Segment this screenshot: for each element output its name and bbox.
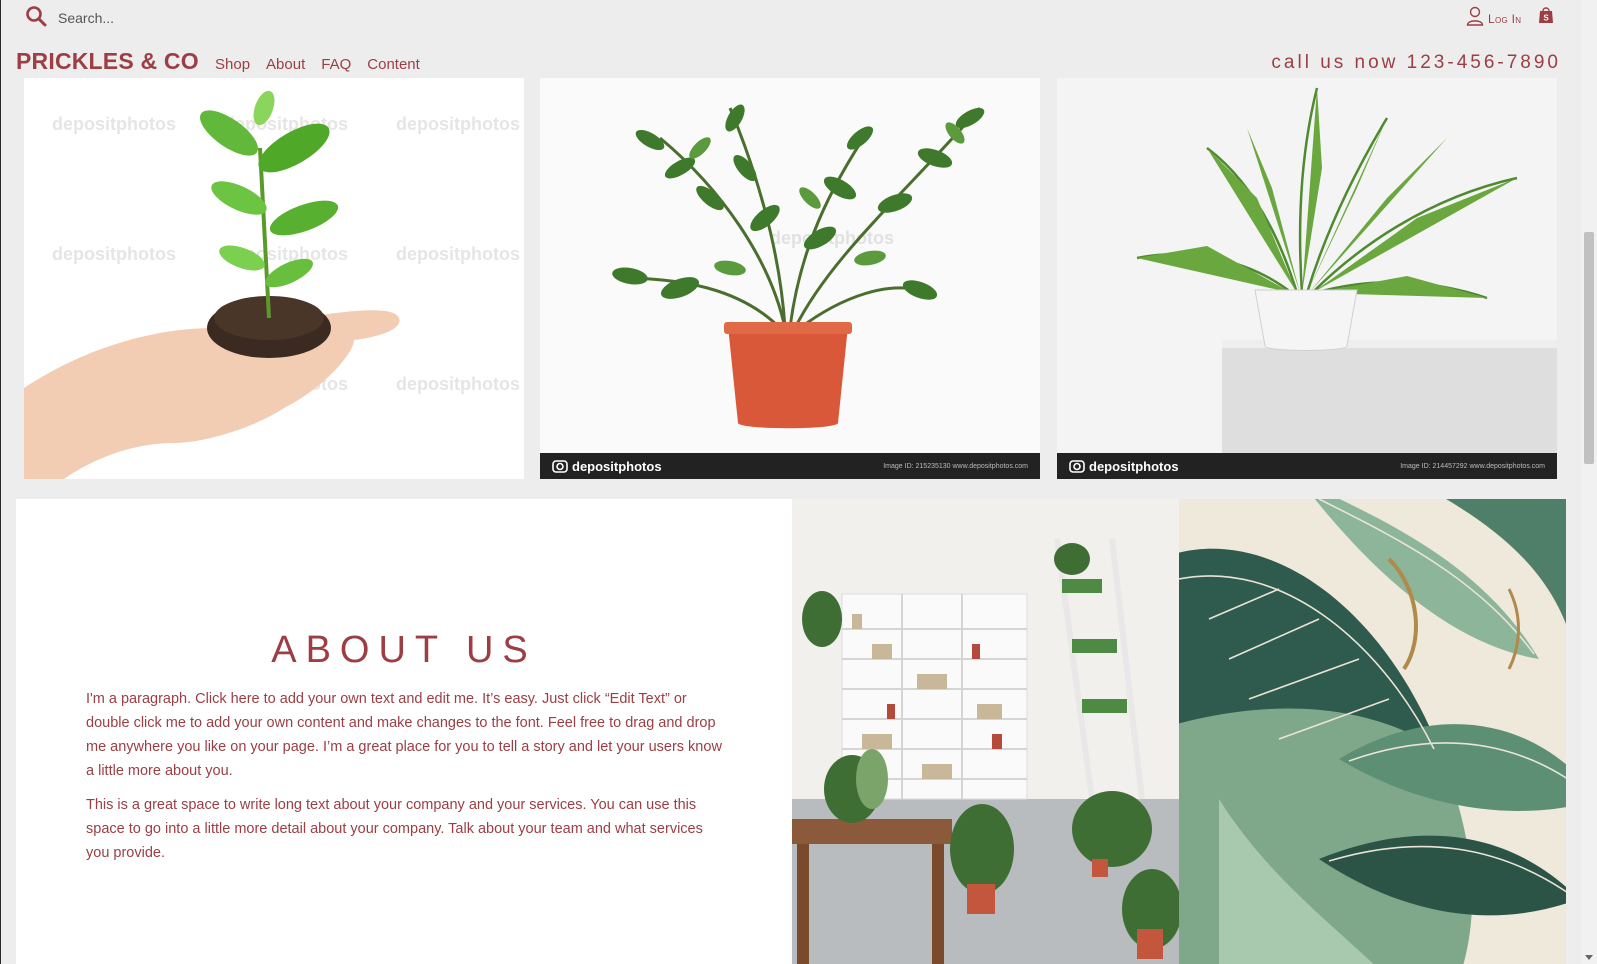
stock-photo-bar: depositphotos Image ID: 214457292 www.de… [1057,453,1557,479]
shopping-bag-icon[interactable]: S [1538,6,1554,29]
stock-photo-logo: depositphotos [552,459,662,474]
search-input[interactable] [58,8,358,28]
zz-plant-illustration [612,104,985,429]
top-bar: Log In S [0,0,1597,36]
banana-leaf-illustration [1179,499,1566,964]
main-nav: Shop About FAQ Content [215,56,436,73]
svg-text:S: S [1543,14,1549,23]
login-button[interactable]: Log In [1466,6,1521,31]
about-title: ABOUT US [271,629,537,671]
stock-photo-meta: Image ID: 215235130 www.depositphotos.co… [883,462,1028,470]
seedling-illustration [24,90,400,479]
nav-item-faq[interactable]: FAQ [321,56,351,73]
palm-illustration [1136,87,1557,453]
shop-interior-illustration [792,499,1179,964]
login-label: Log In [1488,11,1522,26]
shop-interior-image [792,499,1179,964]
nav-item-content[interactable]: Content [367,56,420,73]
product-image-palm[interactable]: depositphotos depositphot [1057,78,1557,479]
about-section: ABOUT US I'm a paragraph. Click here to … [16,499,792,964]
stock-photo-logo-text: depositphotos [1089,458,1179,474]
stock-photo-logo: depositphotos [1069,459,1179,474]
search-icon[interactable] [24,4,48,28]
scrollbar-thumb[interactable] [1584,232,1594,464]
stock-photo-bar: depositphotos Image ID: 215235130 www.de… [540,453,1040,479]
about-paragraph-1[interactable]: I'm a paragraph. Click here to add your … [86,687,726,783]
scroll-down-arrow-icon[interactable] [1585,955,1593,960]
phone-number: call us now 123-456-7890 [1271,52,1561,73]
site-header: PRICKLES & CO Shop About FAQ Content cal… [0,42,1597,82]
stock-photo-logo-text: depositphotos [572,458,662,474]
about-paragraph-2[interactable]: This is a great space to write long text… [86,793,726,865]
product-image-zz-plant[interactable]: depositphotos Image ID: 215235130 www.de… [540,78,1040,479]
user-icon [1466,6,1484,31]
brand-logo[interactable]: PRICKLES & CO [16,48,199,75]
window-edge [0,0,1,964]
nav-item-about[interactable]: About [266,56,305,73]
nav-item-shop[interactable]: Shop [215,56,250,73]
product-image-seedling[interactable]: depositphotos depositphotos depositphoto… [24,78,524,479]
stock-photo-meta: Image ID: 214457292 www.depositphotos.co… [1400,462,1545,470]
page-scrollbar[interactable] [1581,0,1597,964]
banana-leaf-image [1179,499,1566,964]
